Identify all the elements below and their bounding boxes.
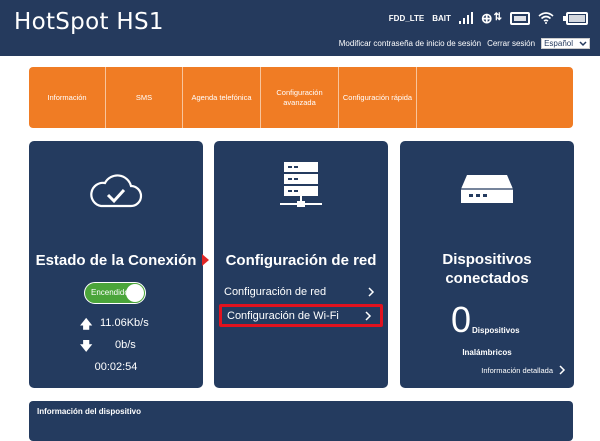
device-count: 0 [451,299,472,340]
nav-label: Configuración avanzada [276,87,323,107]
nav-item-config-rapida[interactable]: Configuración rápida [339,67,417,128]
chevron-right-icon [202,254,209,266]
change-password-link[interactable]: Modificar contraseña de inicio de sesión [339,39,481,48]
chevron-down-icon [579,40,587,46]
connection-card: Estado de la Conexión Encendido 🡅 🡇 11.0… [29,141,203,388]
link-label: Información detallada [481,365,553,375]
link-label: Configuración de red [224,286,327,298]
detail-info-link[interactable]: Información detallada [481,365,566,375]
connection-toggle[interactable]: Encendido [84,282,146,304]
server-icon [280,162,322,207]
sms-icon[interactable] [510,11,530,25]
device-unit: Dispositivos [472,326,520,335]
carrier-name: BAIT [432,13,451,23]
nav-item-agenda[interactable]: Agenda telefónica [183,67,261,128]
connection-title: Estado de la Conexión [35,252,197,269]
main-nav: Información SMS Agenda telefónica Config… [29,67,573,128]
chevron-right-icon [368,287,375,297]
download-rate: 0b/s [115,339,136,351]
nav-label: Configuración rápida [342,92,413,102]
network-card: Configuración de red Configuración de re… [214,141,388,388]
header-links: Modificar contraseña de inicio de sesión… [339,38,590,49]
chevron-right-icon [559,365,566,375]
chevron-right-icon [365,310,372,321]
device-info-title: Información del dispositivo [37,407,142,416]
device-info-panel: Información del dispositivo [29,401,573,441]
logout-link[interactable]: Cerrar sesión [487,39,535,48]
signal-icon [458,12,473,24]
language-select[interactable]: Español [541,38,590,49]
status-bar: FDD_LTE BAIT ⊕ ⇅ [389,8,588,28]
uptime: 00:02:54 [94,361,138,373]
toggle-knob [126,284,144,302]
network-config-link[interactable]: Configuración de red [219,282,383,302]
devices-title: Dispositivos conectados [442,251,532,287]
data-transfer-icon: ⇅ [493,12,502,23]
toggle-label: Encendido [91,288,129,297]
brand-title: HotSpot HS1 [14,9,164,35]
language-value: Español [544,39,573,48]
nav-item-config-avanzada[interactable]: Configuración avanzada [261,67,339,128]
link-label: Configuración de Wi-Fi [227,309,339,322]
device-wireless-label: Inalámbricos [462,348,512,357]
arrow-down-icon: 🡇 [80,339,93,353]
battery-icon [563,11,588,25]
cloud-check-icon [90,174,143,208]
network-type: FDD_LTE [388,13,425,23]
network-title: Configuración de red [225,252,377,269]
nav-label: SMS [135,92,153,102]
nav-item-informacion[interactable]: Información [29,67,106,128]
globe-icon: ⊕ [480,10,493,26]
nav-item-sms[interactable]: SMS [106,67,183,128]
wifi-config-link[interactable]: Configuración de Wi-Fi [219,304,383,327]
nav-label: Agenda telefónica [191,92,252,102]
nav-label: Información [47,92,87,102]
top-header: HotSpot HS1 FDD_LTE BAIT ⊕ ⇅ Modificar c… [0,0,600,56]
wifi-icon [538,11,554,26]
arrow-up-icon: 🡅 [80,317,93,331]
devices-card: Dispositivos conectados 0 Dispositivos I… [400,141,574,388]
upload-rate: 11.06Kb/s [100,317,149,329]
router-icon [461,175,513,203]
